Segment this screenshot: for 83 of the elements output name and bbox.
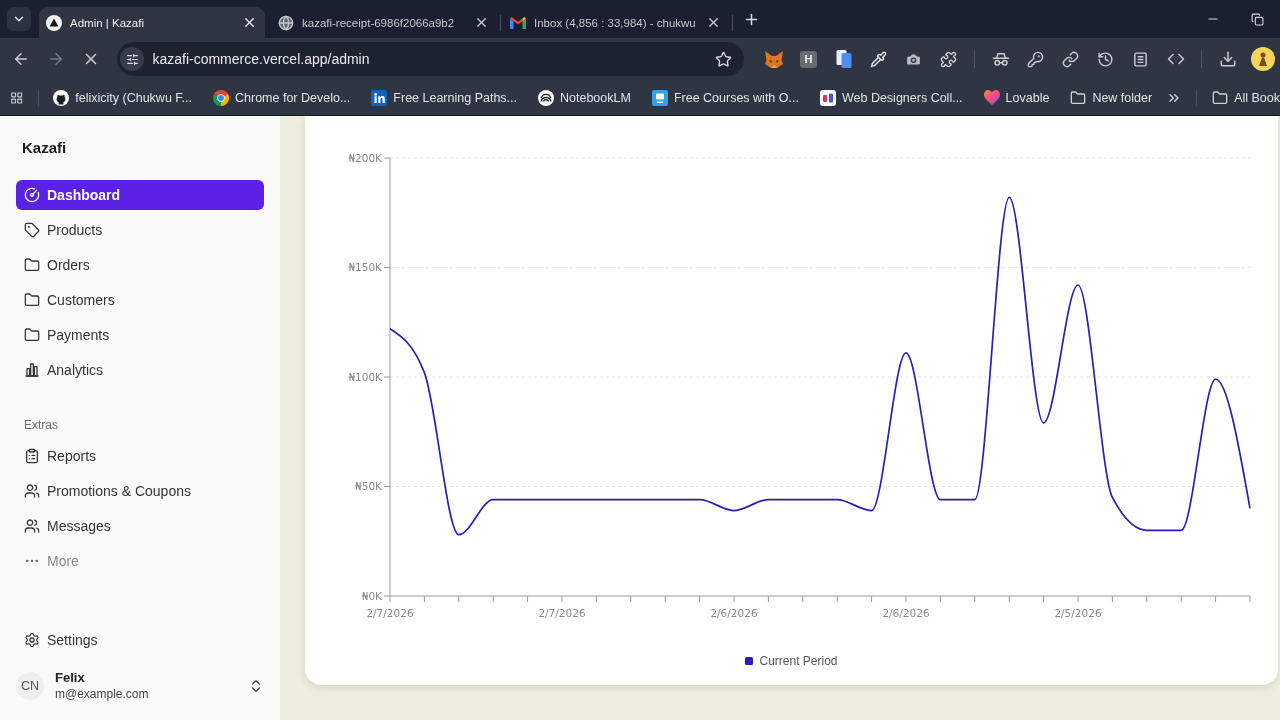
puzzle-icon[interactable] [940,50,957,68]
user-email: m@example.com [55,687,149,702]
circle-logo-icon [538,89,554,106]
tag-icon [24,222,40,238]
y-axis-label: ₦50K [355,480,382,493]
bookmark-link[interactable]: Lovable [976,90,1057,105]
extension-button[interactable]: H [800,50,817,68]
nav-item[interactable]: Payments [16,320,264,350]
avatar-icon[interactable] [1250,47,1275,71]
nav-item[interactable]: Messages [16,511,264,541]
legend-label: Current Period [759,654,838,668]
nav-item[interactable]: Orders [16,250,264,280]
folder-icon [24,257,40,273]
x-axis-label: 2/5/2026 [1054,606,1102,619]
bookmark-link[interactable]: Chrome for Develo... [206,89,358,106]
bar-chart-icon [24,362,40,378]
bookmark-link[interactable]: NotebookLM [531,89,638,106]
folder-icon [1070,89,1087,106]
close-icon[interactable] [242,15,257,30]
folder-icon [24,327,40,343]
nav-item[interactable]: Dashboard [16,180,264,210]
bookmark-link[interactable]: Free Learning Paths... [364,89,524,106]
link-icon[interactable] [1062,50,1079,68]
chrome-logo-icon [213,89,229,106]
close-icon[interactable] [706,15,721,30]
browser-tab[interactable]: kazafi-receipt-6986f2066a9b2 [271,7,497,38]
star-icon[interactable] [715,50,732,68]
close-icon[interactable] [474,15,489,30]
linkedin-logo-icon [371,89,388,106]
nav-item[interactable]: Reports [16,441,264,471]
x-axis-label: 2/7/2026 [366,606,414,619]
x-axis-label: 2/6/2026 [710,606,758,619]
y-axis-label: ₦200K [348,151,382,164]
eyedropper-icon[interactable] [870,50,887,68]
tune-icon [125,52,139,66]
users-icon [24,518,40,534]
key-icon[interactable] [1027,50,1044,68]
globe-icon [278,14,294,31]
camera-icon[interactable] [905,50,922,68]
settings-icon [24,632,40,648]
square-logo-icon [819,89,836,106]
site-info-button[interactable] [120,47,145,71]
mail-logo-icon [510,16,526,29]
user-avatar: CN [16,672,44,700]
document-icon[interactable] [835,50,852,68]
download-icon[interactable] [1218,50,1237,68]
tab-search-button[interactable] [7,7,31,31]
address-bar[interactable]: kazafi-commerce.vercel.app/admin [117,42,744,76]
brand-name: Kazafi [21,138,68,158]
gauge-icon [24,187,40,203]
browser-tab[interactable]: Inbox (4,856 : 33,984) - chukwu [503,7,729,38]
section-label: Extras [23,417,59,434]
bookmark-link[interactable]: New folder [1063,89,1160,106]
folder-icon [24,292,40,308]
bookmark-link[interactable]: felixicity (Chukwu F... [46,89,199,106]
y-axis-label: ₦100K [348,370,382,383]
nav-item[interactable]: Customers [16,285,264,315]
y-axis-label: ₦0K [361,589,382,602]
square-logo-icon [651,89,668,106]
folder-icon [1212,89,1229,106]
nav-item[interactable]: Settings [16,625,264,655]
y-axis-label: ₦150K [348,261,382,274]
nav-item[interactable]: Analytics [16,355,264,385]
restore-icon[interactable] [1251,12,1264,26]
nav-item[interactable]: Promotions & Coupons [16,476,264,506]
bookmark-folder[interactable]: All Book [1205,89,1280,106]
fox-icon[interactable] [764,50,783,68]
x-axis-label: 2/7/2026 [538,606,586,619]
user-name: Felix [55,670,86,685]
heart-icon [983,90,1000,105]
nav-item[interactable]: Products [16,215,264,245]
x-axis-label: 2/6/2026 [882,606,930,619]
bookmark-link[interactable]: Web Designers Coll... [812,89,970,106]
github-logo-icon [53,89,70,106]
users-icon [24,483,40,499]
browser-tab[interactable]: Admin | Kazafi [39,7,265,38]
bookmark-link[interactable]: Free Courses with O... [644,89,806,106]
apps-grid-icon[interactable] [10,89,24,106]
clipboard-icon [24,448,40,464]
list-icon[interactable] [1132,50,1149,68]
triangle-logo-icon [46,14,62,31]
history-icon[interactable] [1097,50,1114,68]
spy-icon[interactable] [991,50,1010,68]
